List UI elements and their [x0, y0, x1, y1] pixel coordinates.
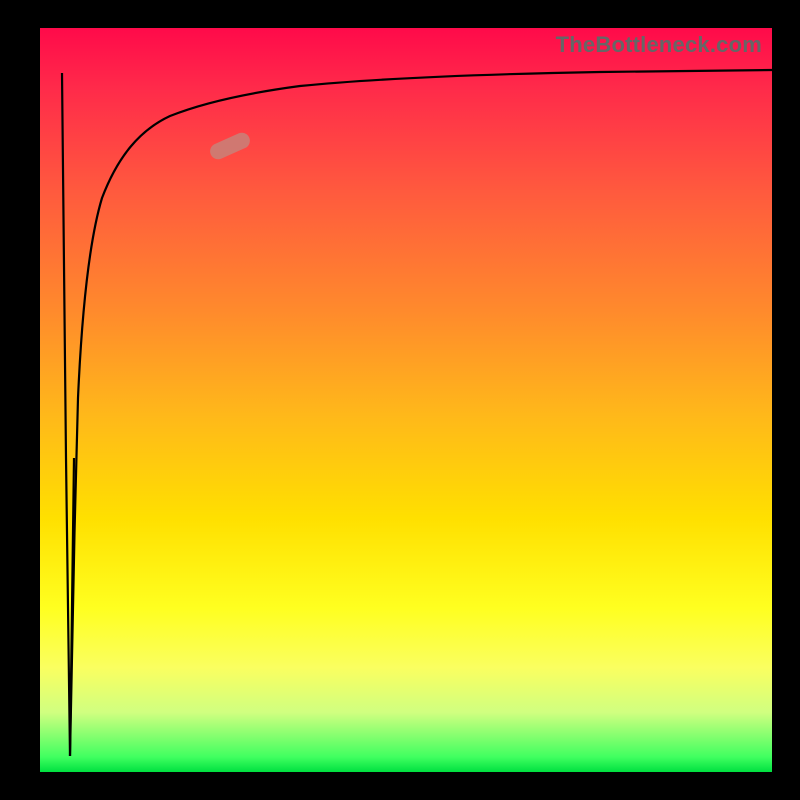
- chart-plot-area: TheBottleneck.com: [40, 28, 772, 772]
- curve-layer: [40, 28, 772, 772]
- y-axis-gutter: [0, 0, 40, 800]
- score-curve-path: [70, 70, 772, 756]
- x-axis-gutter: [0, 772, 800, 800]
